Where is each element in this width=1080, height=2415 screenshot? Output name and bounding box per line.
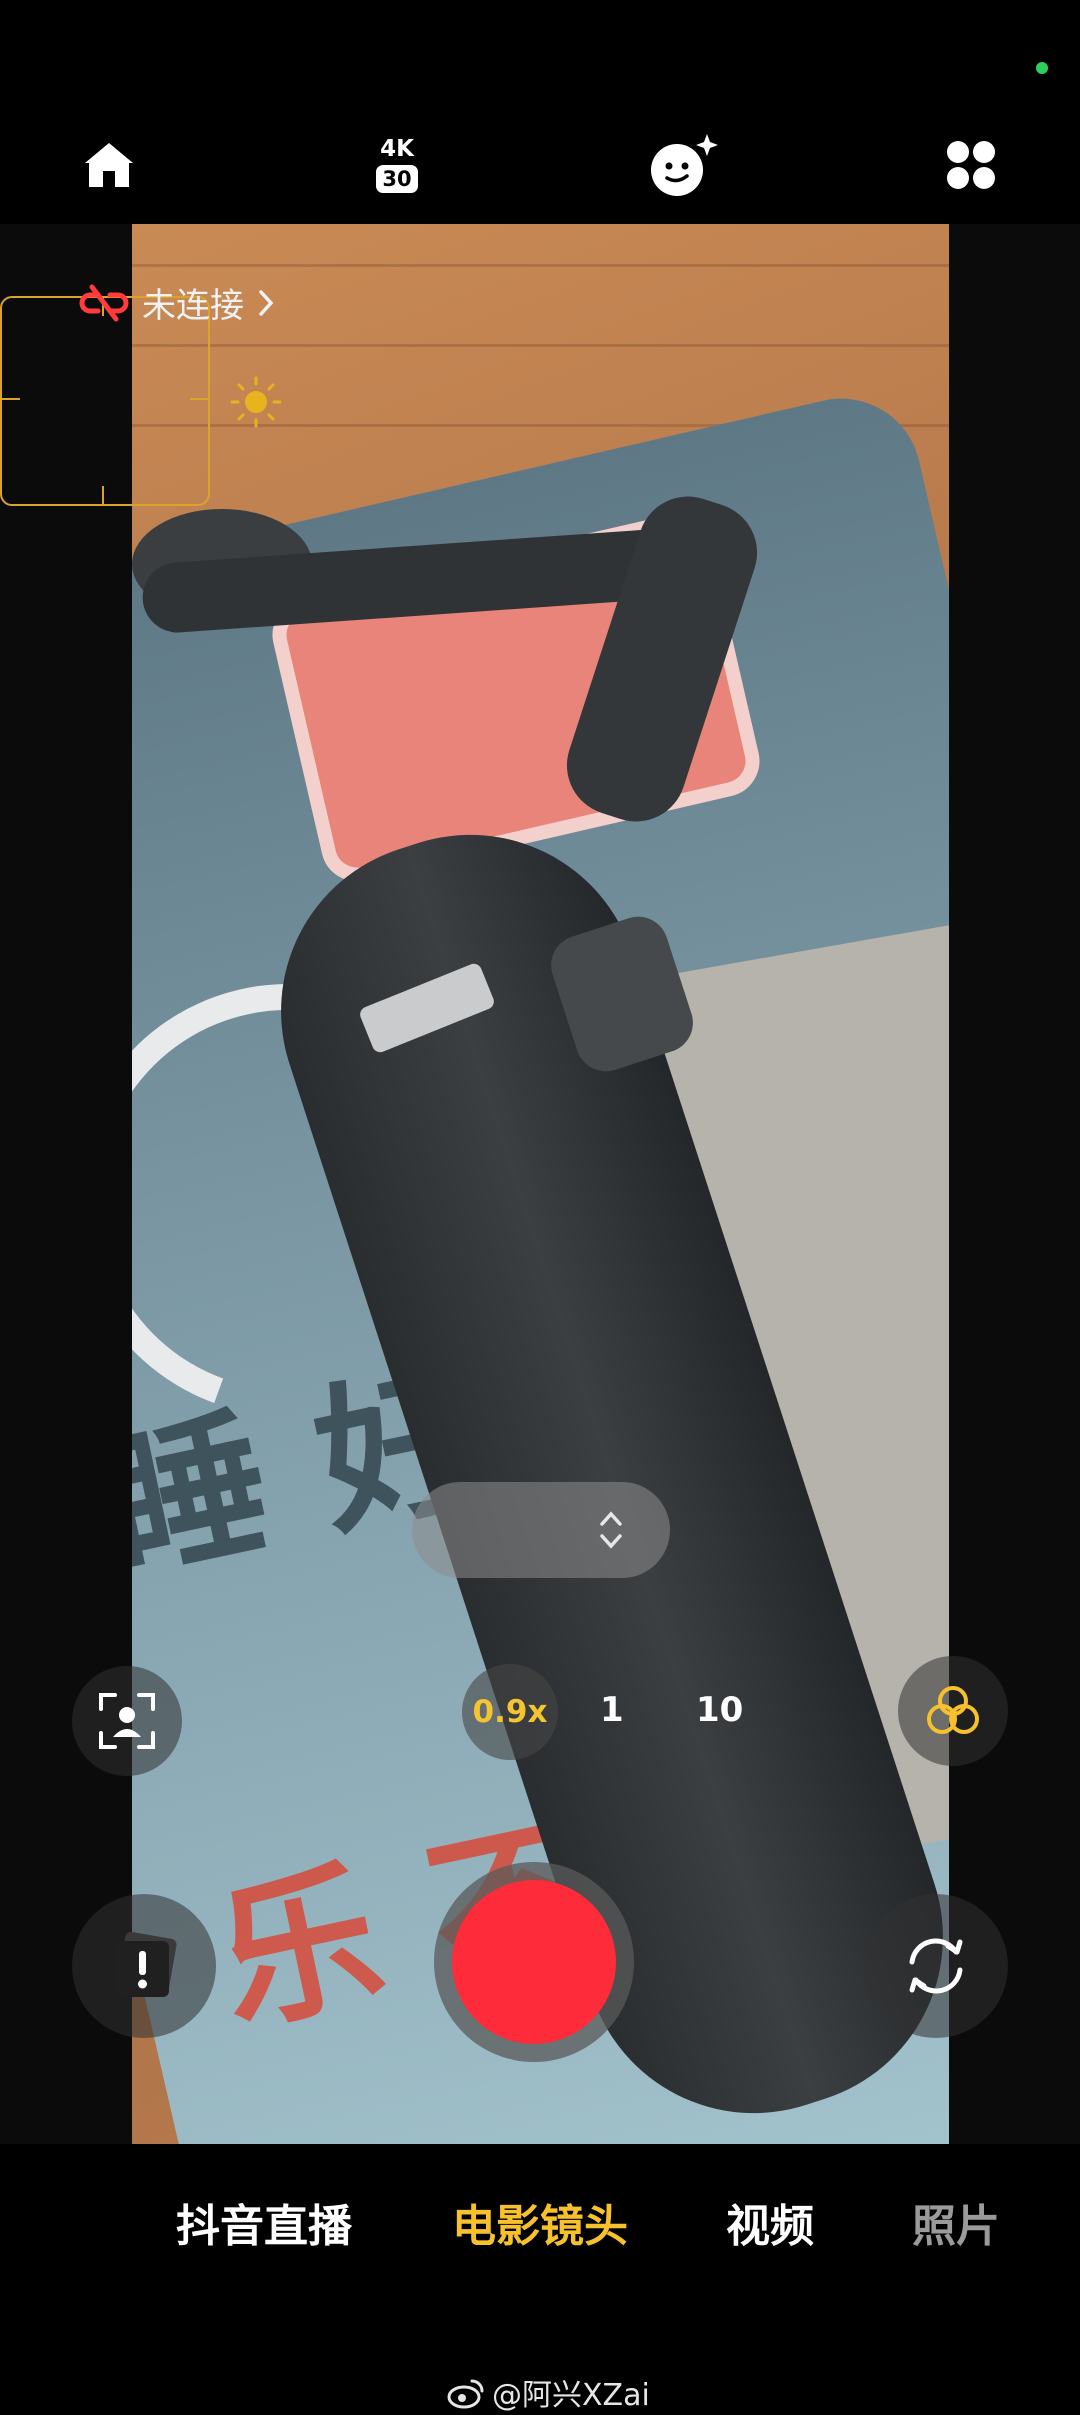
tab-photo[interactable]: 照片 [912,2190,1000,2254]
connection-label: 未连接 [142,286,244,326]
tab-cinema-lens[interactable]: 电影镜头 [452,2190,628,2254]
weibo-watermark: @阿兴XZai [446,2370,650,2414]
broken-link-icon [79,284,129,321]
camera-viewfinder[interactable]: 睡 好 乐 不 老 [132,224,949,2144]
portrait-button[interactable] [72,1666,182,1776]
tab-video[interactable]: 视频 [726,2190,814,2254]
top-toolbar: 4K 30 [0,110,1080,220]
color-circles-icon [927,1686,979,1734]
zoom-option-active[interactable]: 0.9x [462,1664,558,1760]
watermark-text: @阿兴XZai [492,2378,650,2413]
left-letterbox [0,224,132,2144]
home-icon [85,143,133,187]
chevron-updown-icon [600,1511,622,1549]
record-button[interactable] [452,1880,616,2044]
home-button[interactable] [54,110,164,220]
tab-douyin-live[interactable]: 抖音直播 [176,2190,352,2254]
chevron-right-icon [259,289,274,316]
gallery-alert-icon [115,1931,177,1997]
grid-icon [947,141,995,189]
right-letterbox [949,224,1080,2144]
beauty-button[interactable] [628,110,738,220]
face-frame-icon [99,1693,155,1749]
filter-button[interactable] [898,1656,1008,1766]
face-sparkle-icon [651,134,718,196]
resolution-label: 4K [380,136,414,162]
weibo-icon [447,2379,484,2409]
capture-mode-tabs: 抖音直播 电影镜头 视频 照片 [0,2190,1080,2260]
more-button[interactable] [916,110,1026,220]
zoom-option[interactable]: 10 [696,1690,743,1730]
gimbal-connection[interactable]: 未连接 [78,278,276,327]
flip-camera-button[interactable] [864,1894,1008,2038]
status-indicator [1036,62,1048,74]
zoom-selector: 0.9x 1 10 [440,1664,760,1760]
sun-icon[interactable] [226,376,286,428]
focus-frame[interactable] [0,296,210,506]
flip-camera-icon [909,1938,963,1994]
resolution-button[interactable]: 4K 30 [342,110,452,220]
zoom-option[interactable]: 1 [600,1690,624,1730]
lens-mode-selector[interactable] [412,1482,670,1578]
framerate-badge: 30 [376,165,418,193]
gallery-button[interactable] [72,1894,216,2038]
